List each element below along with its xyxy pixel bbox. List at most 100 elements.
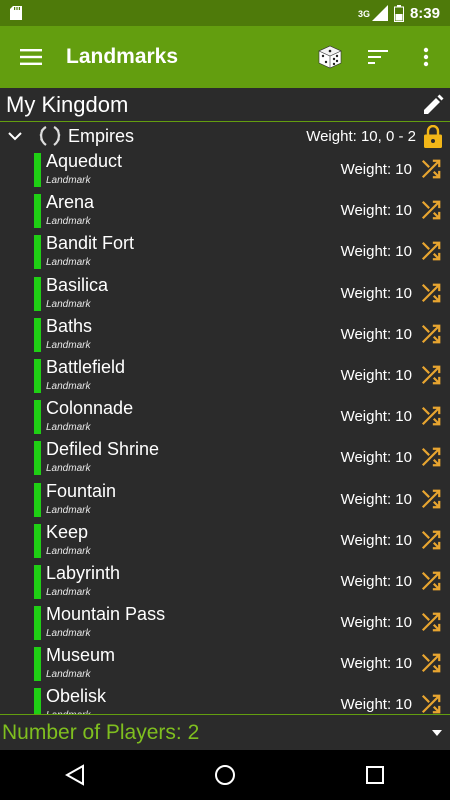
shuffle-icon[interactable] xyxy=(420,529,442,551)
card-row[interactable]: Fountain Landmark Weight: 10 xyxy=(0,480,450,521)
card-color-bar xyxy=(34,317,41,352)
card-color-bar xyxy=(34,400,41,435)
edit-button[interactable] xyxy=(422,94,444,116)
card-name: Arena xyxy=(46,192,95,213)
card-color-bar xyxy=(34,688,41,714)
card-type: Landmark xyxy=(46,339,91,351)
back-button[interactable] xyxy=(45,750,105,800)
card-color-bar xyxy=(34,647,41,682)
collapse-toggle[interactable] xyxy=(8,131,30,141)
shuffle-icon[interactable] xyxy=(420,158,442,180)
card-name: Basilica xyxy=(46,274,109,295)
card-row[interactable]: Aqueduct Landmark Weight: 10 xyxy=(0,150,450,191)
shuffle-icon[interactable] xyxy=(420,570,442,592)
card-weight: Weight: 10 xyxy=(340,531,412,549)
kingdom-name: My Kingdom xyxy=(6,91,129,117)
card-color-bar xyxy=(34,358,41,393)
sd-card-icon xyxy=(10,6,22,20)
card-row[interactable]: Defiled Shrine Landmark Weight: 10 xyxy=(0,438,450,479)
card-name: Fountain xyxy=(46,480,117,501)
randomize-button[interactable] xyxy=(306,26,354,88)
card-name: Defiled Shrine xyxy=(46,439,160,460)
card-color-bar xyxy=(34,153,41,187)
card-row[interactable]: Keep Landmark Weight: 10 xyxy=(0,521,450,562)
more-options-button[interactable] xyxy=(402,26,450,88)
card-weight: Weight: 10 xyxy=(340,449,412,467)
menu-button[interactable] xyxy=(0,26,62,88)
lock-button[interactable] xyxy=(424,124,442,148)
shuffle-icon[interactable] xyxy=(420,364,442,386)
recents-button[interactable] xyxy=(345,750,405,800)
chevron-down-icon xyxy=(8,131,22,140)
card-row[interactable]: Baths Landmark Weight: 10 xyxy=(0,315,450,356)
card-name: Mountain Pass xyxy=(46,604,166,625)
home-button[interactable] xyxy=(195,750,255,800)
card-weight: Weight: 10 xyxy=(340,366,412,384)
card-name: Baths xyxy=(46,315,93,336)
back-icon xyxy=(65,764,84,786)
card-weight: Weight: 10 xyxy=(340,655,412,673)
shuffle-icon[interactable] xyxy=(420,446,442,468)
card-type: Landmark xyxy=(46,380,91,392)
players-count: Number of Players: 2 xyxy=(2,720,200,744)
card-row[interactable]: Colonnade Landmark Weight: 10 xyxy=(0,397,450,438)
card-type: Landmark xyxy=(46,504,91,516)
shuffle-icon[interactable] xyxy=(420,240,442,262)
card-type: Landmark xyxy=(46,669,91,681)
card-weight: Weight: 10 xyxy=(340,202,412,220)
status-bar: 3G 8:39 xyxy=(0,0,450,26)
card-row[interactable]: Bandit Fort Landmark Weight: 10 xyxy=(0,232,450,273)
card-type: Landmark xyxy=(46,175,91,186)
set-name: Empires xyxy=(68,125,135,146)
sort-icon xyxy=(368,50,388,64)
more-icon xyxy=(423,47,429,67)
card-type: Landmark xyxy=(46,628,91,640)
card-name: Museum xyxy=(46,645,116,666)
card-row[interactable]: Arena Landmark Weight: 10 xyxy=(0,191,450,232)
card-color-bar xyxy=(34,482,41,517)
players-footer[interactable]: Number of Players: 2 xyxy=(0,714,450,750)
shuffle-icon[interactable] xyxy=(420,282,442,304)
shuffle-icon[interactable] xyxy=(420,652,442,674)
card-name: Aqueduct xyxy=(46,151,123,171)
lock-icon xyxy=(424,124,442,148)
card-weight: Weight: 10 xyxy=(340,490,412,508)
card-type: Landmark xyxy=(46,463,91,475)
card-list[interactable]: Aqueduct Landmark Weight: 10 Arena Landm… xyxy=(0,150,450,714)
card-weight: Weight: 10 xyxy=(340,572,412,590)
card-color-bar xyxy=(34,194,41,229)
card-row[interactable]: Museum Landmark Weight: 10 xyxy=(0,644,450,685)
card-name: Obelisk xyxy=(46,686,107,707)
shuffle-icon[interactable] xyxy=(420,611,442,633)
shuffle-icon[interactable] xyxy=(420,405,442,427)
card-name: Colonnade xyxy=(46,398,134,419)
home-icon xyxy=(215,765,235,785)
card-row[interactable]: Basilica Landmark Weight: 10 xyxy=(0,274,450,315)
shuffle-icon[interactable] xyxy=(420,199,442,221)
battery-icon xyxy=(393,4,404,22)
dropdown-arrow-icon[interactable] xyxy=(432,729,442,736)
card-type: Landmark xyxy=(46,216,91,228)
sort-button[interactable] xyxy=(354,26,402,88)
card-row[interactable]: Battlefield Landmark Weight: 10 xyxy=(0,356,450,397)
shuffle-icon[interactable] xyxy=(420,488,442,510)
shuffle-icon[interactable] xyxy=(420,693,442,714)
card-type: Landmark xyxy=(46,298,91,310)
card-weight: Weight: 10 xyxy=(340,243,412,261)
card-row[interactable]: Obelisk Landmark Weight: 10 xyxy=(0,685,450,714)
page-title: Landmarks xyxy=(66,45,179,68)
card-type: Landmark xyxy=(46,422,91,434)
recents-icon xyxy=(366,766,384,784)
card-color-bar xyxy=(34,564,41,599)
set-header[interactable]: Empires Weight: 10, 0 - 2 xyxy=(0,123,450,149)
card-row[interactable]: Labyrinth Landmark Weight: 10 xyxy=(0,562,450,603)
card-row[interactable]: Mountain Pass Landmark Weight: 10 xyxy=(0,603,450,644)
shuffle-icon[interactable] xyxy=(420,323,442,345)
card-type: Landmark xyxy=(46,257,91,269)
signal-icon xyxy=(371,5,388,21)
card-color-bar xyxy=(34,441,41,476)
card-weight: Weight: 10 xyxy=(340,408,412,426)
set-weight: Weight: 10, 0 - 2 xyxy=(306,127,416,145)
card-type: Landmark xyxy=(46,545,91,557)
card-weight: Weight: 10 xyxy=(340,696,412,714)
